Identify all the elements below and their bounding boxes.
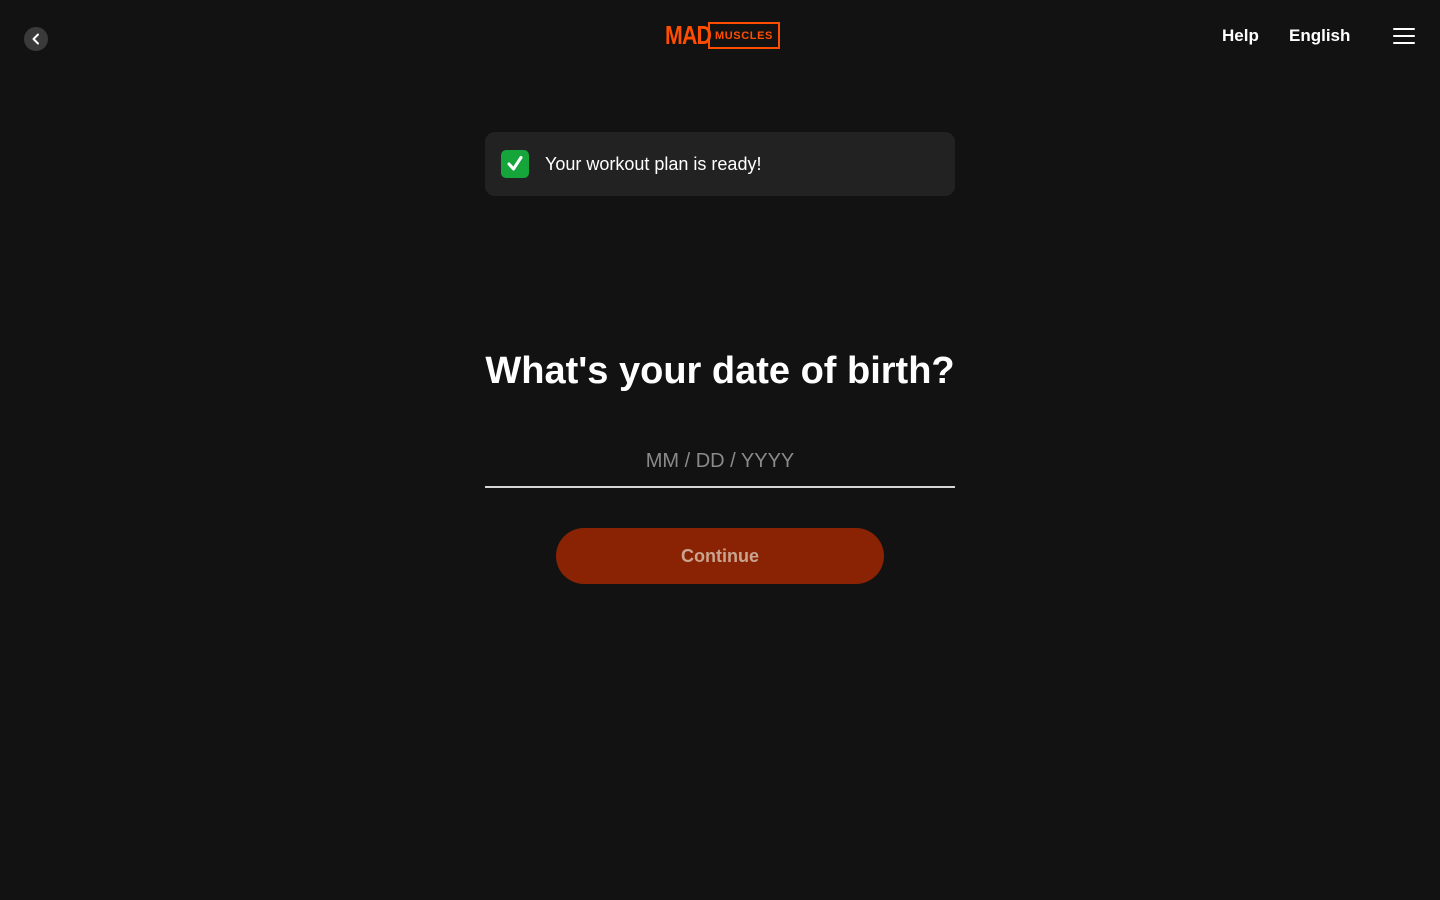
logo-muscles: MUSCLES (708, 22, 780, 49)
help-link[interactable]: Help (1222, 26, 1259, 46)
page-title: What's your date of birth? (485, 350, 955, 392)
back-button[interactable] (24, 27, 48, 51)
dob-field (485, 438, 955, 488)
menu-line (1393, 42, 1415, 44)
continue-button[interactable]: Continue (556, 528, 884, 584)
header: MAD MUSCLES Help English (0, 0, 1440, 72)
menu-line (1393, 28, 1415, 30)
menu-line (1393, 35, 1415, 37)
dob-input[interactable] (485, 438, 955, 484)
notice-text: Your workout plan is ready! (545, 153, 762, 174)
logo[interactable]: MAD MUSCLES (665, 22, 780, 49)
logo-mad: MAD (665, 20, 712, 50)
plan-ready-notice: Your workout plan is ready! (485, 132, 955, 196)
check-mark-icon (501, 150, 529, 178)
chevron-left-icon (32, 33, 39, 45)
language-selector[interactable]: English (1289, 26, 1350, 46)
hamburger-menu-icon[interactable] (1393, 28, 1415, 44)
